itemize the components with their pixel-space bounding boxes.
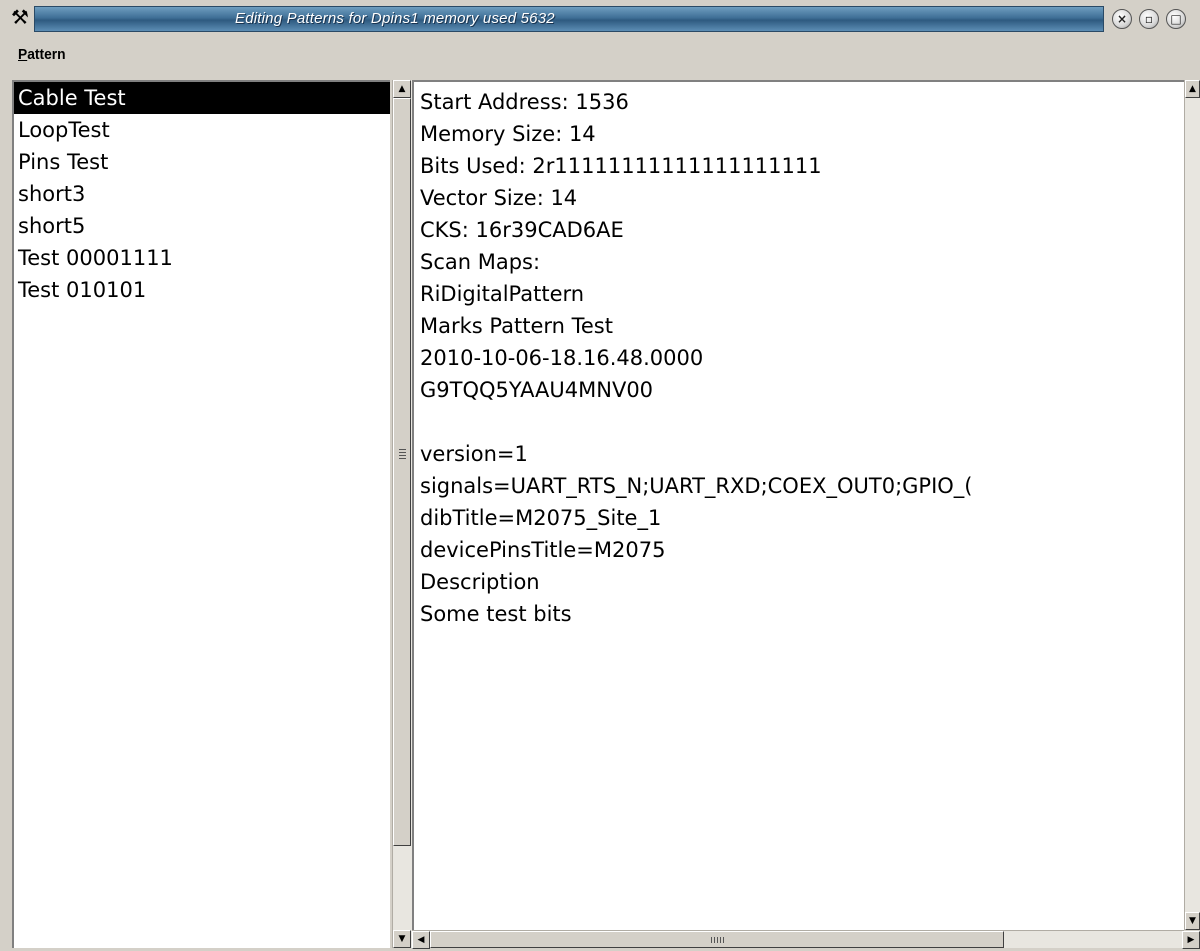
detail-line: Description bbox=[420, 570, 540, 594]
detail-line: signals=UART_RTS_N;UART_RXD;COEX_OUT0;GP… bbox=[420, 474, 973, 498]
detail-line: RiDigitalPattern bbox=[420, 282, 585, 306]
title-strip[interactable]: Editing Patterns for Dpins1 memory used … bbox=[34, 6, 1104, 32]
detail-line: devicePinsTitle=M2075 bbox=[420, 538, 666, 562]
detail-line: CKS: 16r39CAD6AE bbox=[420, 218, 624, 242]
detail-line: Memory Size: 14 bbox=[420, 122, 596, 146]
scroll-up-icon[interactable]: ▲ bbox=[1185, 80, 1200, 98]
detail-line: version=1 bbox=[420, 442, 528, 466]
list-item[interactable]: short3 bbox=[14, 178, 390, 210]
detail-line: G9TQQ5YAAU4MNV00 bbox=[420, 378, 654, 402]
scroll-left-icon[interactable]: ◀ bbox=[412, 931, 430, 949]
detail-line: Marks Pattern Test bbox=[420, 314, 613, 338]
detail-line: 2010-10-06-18.16.48.0000 bbox=[420, 346, 704, 370]
list-item[interactable]: Pins Test bbox=[14, 146, 390, 178]
menu-pattern-label: attern bbox=[27, 46, 66, 63]
scroll-right-icon[interactable]: ▶ bbox=[1182, 931, 1200, 949]
detail-line bbox=[420, 406, 1184, 438]
menu-pattern-mnemonic: P bbox=[18, 46, 28, 63]
detail-line: Bits Used: 2r11111111111111111111 bbox=[420, 154, 822, 178]
close-icon[interactable]: × bbox=[1112, 9, 1132, 29]
detail-line: Vector Size: 14 bbox=[420, 186, 578, 210]
detail-line: dibTitle=M2075_Site_1 bbox=[420, 506, 662, 530]
tools-icon[interactable]: ⚒ bbox=[8, 6, 32, 28]
scroll-down-icon[interactable]: ▼ bbox=[1185, 912, 1200, 930]
scroll-down-icon[interactable]: ▼ bbox=[393, 930, 411, 948]
list-item[interactable]: Cable Test bbox=[14, 82, 390, 114]
grip-icon bbox=[399, 449, 406, 461]
grip-icon bbox=[711, 937, 725, 943]
list-item[interactable]: Test 010101 bbox=[14, 274, 390, 306]
title-bar[interactable]: ⚒ Editing Patterns for Dpins1 memory use… bbox=[0, 0, 1200, 40]
list-item[interactable]: Test 00001111 bbox=[14, 242, 390, 274]
pattern-editor-window: ⚒ Editing Patterns for Dpins1 memory use… bbox=[0, 0, 1200, 951]
pattern-list[interactable]: Cable Test LoopTest Pins Test short3 sho… bbox=[12, 80, 390, 948]
menu-pattern[interactable]: Pattern bbox=[18, 46, 66, 63]
detail-line: Some test bits bbox=[420, 602, 572, 626]
list-item[interactable]: short5 bbox=[14, 210, 390, 242]
details-horizontal-scrollbar[interactable]: ◀ ▶ bbox=[412, 930, 1200, 949]
window-title: Editing Patterns for Dpins1 memory used … bbox=[235, 10, 555, 27]
detail-line: Start Address: 1536 bbox=[420, 90, 629, 114]
pattern-list-scrollbar[interactable]: ▲ ▼ bbox=[392, 80, 412, 948]
menu-bar: Pattern bbox=[0, 40, 1200, 72]
minimize-icon[interactable]: ▫ bbox=[1139, 9, 1159, 29]
scroll-thumb[interactable] bbox=[393, 98, 411, 846]
list-item[interactable]: LoopTest bbox=[14, 114, 390, 146]
detail-line: Scan Maps: bbox=[420, 250, 541, 274]
maximize-icon[interactable]: □ bbox=[1166, 9, 1186, 29]
scroll-up-icon[interactable]: ▲ bbox=[393, 80, 411, 98]
pattern-details[interactable]: Start Address: 1536 Memory Size: 14 Bits… bbox=[412, 80, 1184, 930]
details-vertical-scrollbar[interactable]: ▲ ▼ bbox=[1184, 80, 1200, 930]
scroll-thumb[interactable] bbox=[430, 931, 1004, 948]
